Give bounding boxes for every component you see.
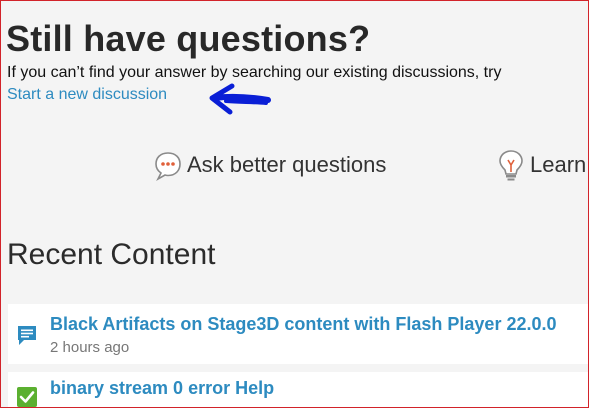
- list-item[interactable]: Black Artifacts on Stage3D content with …: [8, 304, 589, 364]
- lightbulb-icon: [499, 150, 523, 181]
- discussion-icon: [18, 326, 36, 345]
- page-title: Still have questions?: [6, 18, 371, 59]
- list-item[interactable]: binary stream 0 error Help 2 h: [8, 372, 589, 408]
- ask-better-questions-link[interactable]: Ask better questions: [153, 148, 386, 182]
- item-timestamp: 2 hours ago: [50, 339, 130, 356]
- hand-drawn-arrow-icon: [209, 83, 271, 115]
- help-subtext: If you can’t find your answer by searchi…: [7, 64, 502, 81]
- chat-bubble-icon: [155, 152, 181, 182]
- answered-check-icon: [17, 387, 37, 407]
- start-new-discussion-link[interactable]: Start a new discussion: [7, 86, 167, 104]
- feature-label: Ask better questions: [187, 152, 387, 177]
- item-title-link[interactable]: Black Artifacts on Stage3D content with …: [50, 314, 557, 335]
- help-page: Still have questions? If you can’t find …: [0, 0, 589, 408]
- feature-label: Learn: [530, 152, 587, 177]
- item-title-link[interactable]: binary stream 0 error Help: [50, 378, 274, 399]
- learn-link[interactable]: Learn: [496, 148, 586, 182]
- feature-links: Ask better questions Learn: [0, 148, 589, 188]
- recent-content-heading: Recent Content: [7, 238, 216, 271]
